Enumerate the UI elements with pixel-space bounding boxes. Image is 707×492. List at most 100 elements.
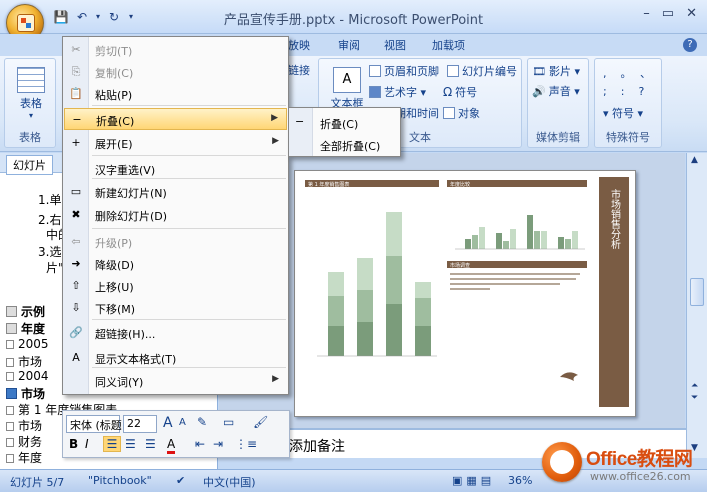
slide-number-button[interactable]: 幻灯片编号 [447, 63, 517, 79]
slide-number-icon [447, 65, 459, 77]
italic-button[interactable]: I [85, 437, 89, 451]
symbol-button[interactable]: Ω 符号 [443, 84, 477, 100]
menu-item[interactable]: ✖ 删除幻灯片(D) [64, 204, 287, 226]
scroll-thumb[interactable] [690, 278, 704, 306]
menu-item[interactable]: + 展开(E) ▶ [64, 132, 287, 154]
shrink-font-icon[interactable]: A [179, 417, 186, 428]
semicolon-symbol[interactable]: ; [603, 85, 621, 98]
help-icon[interactable]: ? [683, 38, 697, 52]
spell-check-icon[interactable]: ✔ [176, 474, 185, 487]
outline-line[interactable]: 年度 [6, 449, 42, 466]
outline-bullet-icon[interactable] [6, 406, 14, 415]
menu-item[interactable]: ⇧ 上移(U) [64, 275, 287, 297]
outline-bullet-icon[interactable] [6, 340, 14, 349]
slide-canvas[interactable]: 市场销售分析 第 1 年度销售图表 年度比较 市场调查 [294, 170, 636, 417]
menu-item[interactable]: A 显示文本格式(T) [64, 347, 287, 369]
maximize-button[interactable]: ▭ [662, 6, 674, 21]
outline-line[interactable]: 市场 [6, 417, 42, 434]
close-button[interactable]: ✕ [686, 6, 697, 21]
submenu-collapse[interactable]: − 折叠(C) [290, 112, 399, 133]
pause-symbol[interactable]: 、 [640, 67, 665, 80]
align-center-icon[interactable]: ☰ [125, 437, 136, 451]
bold-button[interactable]: B [69, 437, 78, 451]
table-icon [17, 67, 45, 93]
outline-bullet-icon[interactable] [6, 358, 14, 367]
sound-button[interactable]: 🔊 声音 ▾ [532, 83, 580, 99]
punct-row-1[interactable]: ,。、 [603, 65, 665, 81]
slides-tab[interactable]: 幻灯片 [6, 155, 53, 175]
textbox-button[interactable]: A 文本框 [325, 67, 369, 111]
increase-indent-icon[interactable]: ⇥ [213, 437, 223, 451]
punct-row-2[interactable]: ;:? [603, 85, 658, 98]
period-symbol[interactable]: 。 [621, 67, 641, 80]
outline-line[interactable]: 2005 [6, 337, 49, 351]
watermark-url: www.office26.com [590, 470, 691, 483]
outline-bullet-icon[interactable] [6, 323, 17, 334]
language-indicator[interactable]: 中文(中国) [203, 474, 256, 490]
header-footer-icon [369, 65, 381, 77]
table-button[interactable]: 表格 ▾ [11, 67, 51, 120]
outline-line[interactable]: 3.选 [38, 243, 61, 260]
movie-button[interactable]: 🎞 影片 ▾ [532, 63, 580, 79]
menu-item[interactable]: 汉字重选(V) [64, 158, 287, 180]
scroll-up-icon[interactable]: ▲ [691, 155, 698, 165]
outline-line[interactable]: 示例 [6, 303, 45, 320]
colon-symbol[interactable]: : [621, 85, 639, 98]
menu-item[interactable]: ⇩ 下移(M) [64, 297, 287, 319]
menu-item[interactable]: ➜ 降级(D) [64, 253, 287, 275]
outline-line[interactable]: 2004 [6, 369, 49, 383]
next-slide-icon[interactable]: ⏷ [691, 393, 698, 403]
object-button[interactable]: 对象 [443, 105, 480, 121]
vertical-scrollbar[interactable]: ▲ ⏶ ⏷ ▼ [686, 153, 707, 458]
menu-item[interactable]: − 折叠(C) ▶ [64, 108, 287, 130]
wordart-button[interactable]: 艺术字 ▾ [369, 84, 426, 100]
slide-bar [565, 239, 571, 249]
minimize-button[interactable]: – [643, 6, 650, 21]
font-name-box[interactable]: 宋体 (标题 [66, 415, 122, 433]
bullets-icon[interactable]: ⋮≡ [235, 437, 257, 451]
outline-bullet-icon[interactable] [6, 306, 17, 317]
outline-line[interactable]: 片" [46, 259, 64, 276]
outline-bullet-icon[interactable] [6, 372, 14, 381]
zoom-level[interactable]: 36% [508, 474, 532, 487]
font-size-box[interactable]: 22 [123, 415, 157, 433]
menu-item: ✂ 剪切(T) [64, 39, 287, 61]
powerpoint-window: 💾 ↶ ▾ ↻ ▾ 产品宣传手册.pptx - Microsoft PowerP… [0, 0, 707, 492]
brush-icon[interactable]: 🖌 [253, 415, 268, 429]
outline-bullet-icon[interactable] [6, 422, 14, 431]
format-painter-icon[interactable]: ✎ [197, 415, 207, 429]
menu-item[interactable]: ▭ 新建幻灯片(N) [64, 181, 287, 203]
outline-line[interactable]: 市场 [6, 385, 45, 402]
menu-item[interactable]: 同义词(Y) ▶ [64, 370, 287, 392]
symbol-dropdown[interactable]: ▾ 符号 ▾ [603, 105, 643, 121]
outline-bullet-icon[interactable] [6, 454, 14, 463]
outline-line[interactable]: 1.单 [38, 191, 61, 208]
outline-line[interactable]: 市场 [6, 353, 42, 370]
submenu-collapse-all[interactable]: 全部折叠(C) [290, 134, 399, 155]
menu-item[interactable]: 📋 粘贴(P) [64, 83, 287, 105]
hyperlink-fragment[interactable]: 链接 [288, 62, 310, 78]
tab-view[interactable]: 视图 [384, 37, 406, 53]
outline-line[interactable]: 年度 [6, 320, 45, 337]
outline-bullet-icon[interactable] [6, 438, 14, 447]
outline-bullet-icon[interactable] [6, 388, 17, 399]
font-color-icon[interactable]: A [167, 437, 176, 454]
question-symbol[interactable]: ? [638, 85, 658, 98]
menu-separator [92, 228, 286, 229]
grow-font-icon[interactable]: A [163, 415, 173, 431]
tab-review[interactable]: 审阅 [338, 37, 360, 53]
comma-symbol[interactable]: , [603, 67, 621, 80]
tab-addins[interactable]: 加载项 [432, 37, 465, 53]
slide-bar [510, 229, 516, 249]
header-footer-button[interactable]: 页眉和页脚 [369, 63, 439, 79]
highlight-icon[interactable]: ▭ [223, 415, 234, 429]
align-right-icon[interactable]: ☰ [145, 437, 156, 451]
decrease-indent-icon[interactable]: ⇤ [195, 437, 205, 451]
prev-slide-icon[interactable]: ⏶ [691, 381, 698, 391]
align-left-icon[interactable]: ☰ [103, 436, 121, 452]
bar-chart-2 [455, 215, 585, 250]
tab-slideshow[interactable]: 放映 [288, 37, 310, 53]
outline-line[interactable]: 财务 [6, 433, 42, 450]
view-buttons[interactable]: ▣▦▤ [452, 474, 495, 487]
menu-item[interactable]: 🔗 超链接(H)... [64, 322, 287, 344]
